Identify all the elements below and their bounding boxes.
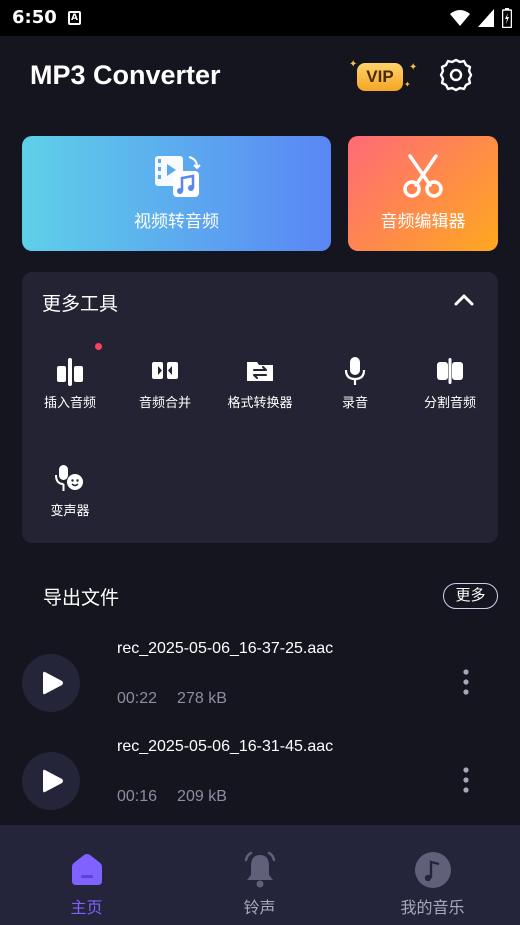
nav-ringtones[interactable]: 铃声 <box>173 825 346 925</box>
play-icon <box>43 671 63 695</box>
tool-format-converter[interactable]: 格式转换器 <box>212 356 308 411</box>
sparkle-icon: ✦ <box>349 59 358 70</box>
nav-label: 主页 <box>70 898 103 917</box>
format-convert-icon <box>247 362 273 381</box>
more-files-button[interactable]: 更多 <box>443 583 498 609</box>
status-time: 6:50 <box>12 7 57 28</box>
tool-split-audio[interactable]: 分割音频 <box>402 356 498 411</box>
nav-home[interactable]: 主页 <box>0 825 173 925</box>
play-icon <box>43 769 63 793</box>
collapse-button[interactable] <box>452 290 476 310</box>
bell-icon <box>244 851 275 888</box>
status-bar: 6:50 A <box>0 0 520 36</box>
wifi-icon <box>450 10 470 26</box>
export-files-title: 导出文件 <box>43 587 120 609</box>
play-button[interactable] <box>22 654 80 712</box>
home-icon <box>71 854 102 885</box>
tool-label: 插入音频 <box>43 396 96 411</box>
status-icons <box>450 8 512 28</box>
tool-label: 变声器 <box>50 504 90 519</box>
voice-changer-icon <box>55 465 83 491</box>
tool-merge-audio[interactable]: 音频合并 <box>117 356 213 411</box>
bottom-nav: 主页 铃声 我的音乐 <box>0 825 520 925</box>
sparkle-icon: ✦ <box>404 80 411 89</box>
sparkle-icon: ✦ <box>409 62 418 73</box>
file-menu-button[interactable] <box>458 668 474 696</box>
video-to-audio-label: 视频转音频 <box>134 212 219 232</box>
file-name: rec_2025-05-06_16-31-45.aac <box>117 738 334 755</box>
file-meta: 00:22 278 kB <box>117 690 227 708</box>
signal-icon <box>478 9 494 27</box>
more-tools-panel: 更多工具 插入音频 音频合并 格式转换器 录音 分割音频 变声器 <box>22 272 498 543</box>
video-music-icon <box>154 156 201 197</box>
settings-button[interactable] <box>438 57 474 93</box>
nav-label: 铃声 <box>243 898 276 917</box>
new-badge-dot <box>95 343 102 350</box>
tool-insert-audio[interactable]: 插入音频 <box>22 343 118 411</box>
file-size: 209 kB <box>177 788 227 805</box>
tool-label: 分割音频 <box>423 396 476 411</box>
file-duration: 00:16 <box>117 788 158 805</box>
audio-editor-card[interactable]: 音频编辑器 <box>348 136 498 251</box>
tool-label: 格式转换器 <box>227 396 293 411</box>
audio-editor-label: 音频编辑器 <box>380 212 466 232</box>
more-vertical-icon <box>463 669 469 695</box>
nav-label: 我的音乐 <box>400 898 465 917</box>
file-size: 278 kB <box>177 690 227 707</box>
more-vertical-icon <box>463 767 469 793</box>
tool-label: 音频合并 <box>138 396 191 411</box>
file-list-item[interactable]: rec_2025-05-06_16-37-25.aac 00:22 278 kB <box>0 640 520 730</box>
split-audio-icon <box>437 358 463 384</box>
app-title: MP3 Converter <box>30 60 221 90</box>
notification-a-icon: A <box>68 11 81 25</box>
play-button[interactable] <box>22 752 80 810</box>
battery-icon <box>502 8 512 28</box>
nav-my-music[interactable]: 我的音乐 <box>346 825 519 925</box>
gear-icon <box>439 58 473 92</box>
chevron-up-icon <box>454 294 474 306</box>
file-list-item[interactable]: rec_2025-05-06_16-31-45.aac 00:16 209 kB <box>0 738 520 828</box>
microphone-icon <box>344 357 366 385</box>
file-meta: 00:16 209 kB <box>117 788 227 806</box>
file-menu-button[interactable] <box>458 766 474 794</box>
file-name: rec_2025-05-06_16-37-25.aac <box>117 640 334 657</box>
video-to-audio-card[interactable]: 视频转音频 <box>22 136 331 251</box>
more-tools-title: 更多工具 <box>42 293 119 315</box>
file-duration: 00:22 <box>117 690 158 707</box>
tool-label: 录音 <box>341 396 368 411</box>
scissors-icon <box>403 154 443 198</box>
vip-button[interactable]: VIP <box>357 63 403 91</box>
merge-audio-icon <box>152 362 178 379</box>
tool-voice-changer[interactable]: 变声器 <box>22 464 118 519</box>
music-disc-icon <box>414 852 451 888</box>
insert-audio-icon <box>57 358 83 386</box>
tool-record[interactable]: 录音 <box>307 356 403 411</box>
